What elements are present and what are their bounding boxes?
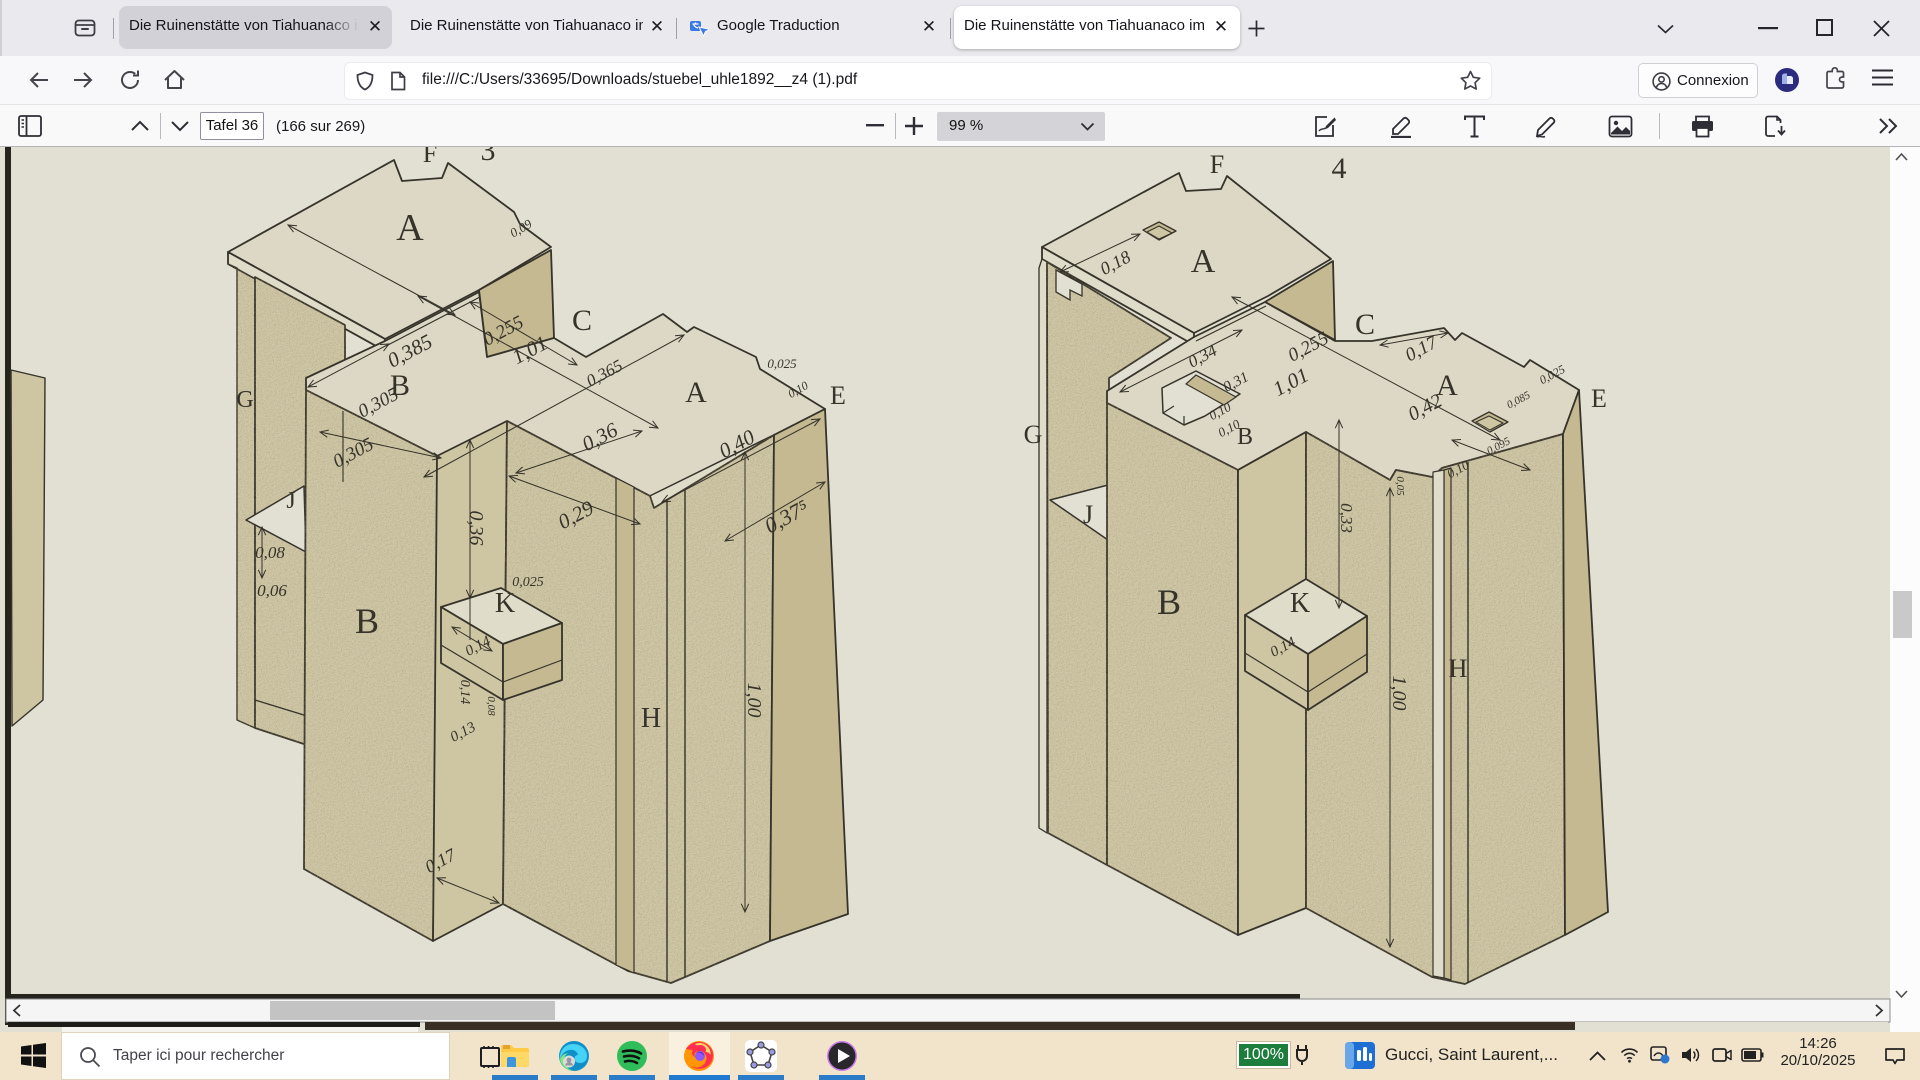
svg-text:H: H: [641, 703, 661, 734]
svg-text:G: G: [1024, 420, 1043, 449]
svg-text:0,05: 0,05: [1394, 476, 1406, 496]
svg-text:K: K: [1290, 588, 1310, 619]
svg-text:K: K: [495, 588, 515, 619]
svg-text:J: J: [286, 488, 295, 514]
svg-text:E: E: [1591, 384, 1607, 413]
svg-text:0,025: 0,025: [512, 575, 544, 590]
svg-text:C: C: [1355, 308, 1375, 341]
svg-text:0,08: 0,08: [255, 543, 285, 562]
svg-text:B: B: [355, 601, 379, 641]
svg-text:B: B: [1157, 582, 1181, 622]
svg-text:A: A: [1191, 243, 1216, 280]
svg-text:1,00: 1,00: [1388, 676, 1410, 711]
svg-text:F: F: [423, 147, 437, 168]
svg-text:J: J: [1083, 500, 1093, 529]
svg-text:A: A: [1436, 369, 1458, 402]
svg-text:1,00: 1,00: [743, 683, 765, 718]
svg-text:0,14: 0,14: [457, 680, 472, 705]
svg-text:C: C: [572, 304, 592, 337]
svg-text:0,025: 0,025: [767, 356, 797, 371]
svg-text:H: H: [1449, 654, 1468, 683]
svg-text:0,08: 0,08: [485, 696, 497, 716]
svg-text:F: F: [1210, 150, 1224, 179]
svg-text:E: E: [830, 381, 846, 410]
svg-text:A: A: [396, 207, 424, 249]
svg-text:3: 3: [481, 147, 496, 167]
svg-text:A: A: [685, 376, 707, 409]
svg-text:G: G: [236, 387, 253, 413]
svg-text:0,06: 0,06: [257, 581, 287, 600]
svg-text:0,36: 0,36: [465, 511, 487, 546]
svg-text:4: 4: [1332, 152, 1347, 185]
svg-text:0,33: 0,33: [1337, 503, 1356, 533]
